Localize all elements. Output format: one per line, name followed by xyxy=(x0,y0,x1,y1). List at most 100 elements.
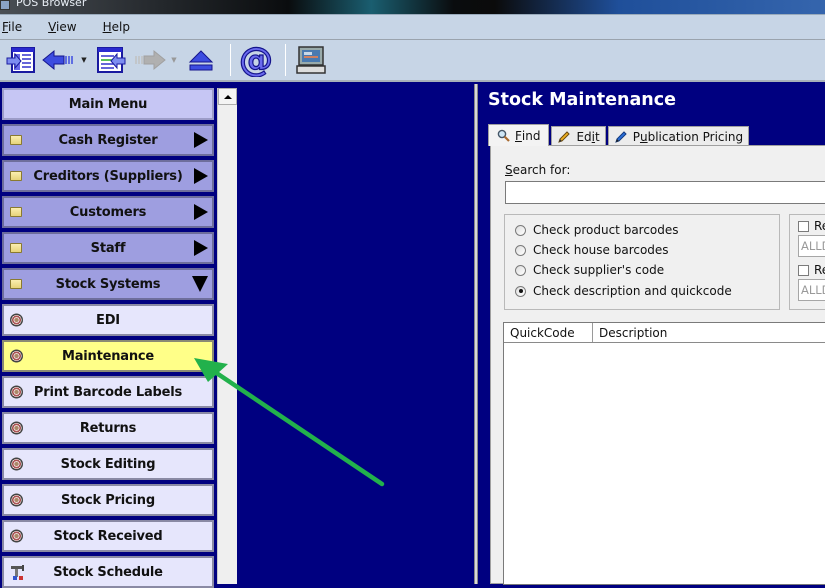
menu-item-edi[interactable]: EDI xyxy=(2,304,214,336)
window-titlebar: POS Browser xyxy=(0,0,825,14)
restrict-checkbox-row-1[interactable]: Re xyxy=(798,219,825,233)
menu-item-stock-schedule[interactable]: Stock Schedule xyxy=(2,556,214,588)
tools-icon xyxy=(11,565,24,580)
eject-button[interactable] xyxy=(184,43,218,77)
tab-edit-label: t xyxy=(595,129,600,144)
radio-button[interactable] xyxy=(515,224,526,236)
menu-view[interactable]: View xyxy=(46,20,86,34)
menu-file[interactable]: File xyxy=(0,20,32,34)
forward-arrow-icon xyxy=(135,49,166,71)
target-icon xyxy=(10,385,23,399)
expand-arrow-icon xyxy=(194,168,208,184)
menu-item-label: Staff xyxy=(90,240,126,256)
target-icon xyxy=(10,349,23,363)
menu-view-mnemonic: V xyxy=(48,20,57,34)
menu-item-stock-pricing[interactable]: Stock Pricing xyxy=(2,484,214,516)
main-menu-header[interactable]: Main Menu xyxy=(2,88,214,120)
restrict-checkbox-row-2[interactable]: Re xyxy=(798,263,825,277)
menu-item-returns[interactable]: Returns xyxy=(2,412,214,444)
menu-bar: File View Help xyxy=(0,14,825,40)
radio-description-quickcode[interactable]: Check description and quickcode xyxy=(515,284,732,298)
menu-view-label: iew xyxy=(56,20,77,34)
open-panel-button[interactable] xyxy=(4,43,38,77)
toolbar-separator xyxy=(285,44,286,76)
folder-icon xyxy=(10,207,22,217)
email-button[interactable]: @ xyxy=(239,43,273,77)
menu-item-maintenance[interactable]: Maintenance xyxy=(2,340,214,372)
page-title: Stock Maintenance xyxy=(488,90,676,110)
menu-item-label: Returns xyxy=(79,420,137,436)
back-dropdown-button[interactable]: ▼ xyxy=(80,43,88,77)
menu-item-print-barcode-labels[interactable]: Print Barcode Labels xyxy=(2,376,214,408)
menu-help[interactable]: Help xyxy=(101,20,140,34)
folder-icon xyxy=(10,135,22,145)
radio-button-selected[interactable] xyxy=(515,285,526,297)
window-title: POS Browser xyxy=(16,0,87,9)
search-input[interactable] xyxy=(505,181,825,204)
restrict-options-group: Re ALLD Re ALLD xyxy=(789,214,825,310)
menu-item-label: Stock Schedule xyxy=(53,564,163,580)
search-label-mnemonic: S xyxy=(505,163,513,177)
expand-arrow-icon xyxy=(194,240,208,256)
radio-product-barcodes[interactable]: Check product barcodes xyxy=(515,223,679,237)
folder-icon xyxy=(10,243,22,253)
restrict-checkbox-2[interactable] xyxy=(798,264,809,276)
computer-button[interactable] xyxy=(294,43,328,77)
grid-header: QuickCode Description xyxy=(504,323,825,343)
forward-button[interactable] xyxy=(132,43,166,77)
menu-item-staff[interactable]: Staff xyxy=(2,232,214,264)
radio-house-barcodes[interactable]: Check house barcodes xyxy=(515,243,669,257)
workspace-area xyxy=(238,84,474,584)
menu-item-cash-register[interactable]: Cash Register xyxy=(2,124,214,156)
email-at-icon: @ xyxy=(239,43,273,77)
menu-item-label: Stock Pricing xyxy=(61,492,155,508)
forward-dropdown-button[interactable]: ▼ xyxy=(170,43,178,77)
menu-item-label: Cash Register xyxy=(58,132,158,148)
eject-icon xyxy=(188,50,214,71)
scroll-up-button[interactable] xyxy=(218,88,237,105)
tab-edit-label-pre: Ed xyxy=(576,129,592,144)
menu-item-stock-editing[interactable]: Stock Editing xyxy=(2,448,214,480)
import-list-button[interactable] xyxy=(94,43,128,77)
tab-find-mnemonic: F xyxy=(515,128,522,143)
menu-item-label: Customers xyxy=(69,204,147,220)
column-header-quickcode[interactable]: QuickCode xyxy=(504,323,593,342)
tab-pricing-label: blication Pricing xyxy=(647,129,744,144)
menu-file-label: ile xyxy=(8,20,23,34)
radio-button[interactable] xyxy=(515,244,526,256)
folder-icon xyxy=(10,279,22,289)
menu-help-label: elp xyxy=(111,20,130,34)
menu-item-label: Stock Editing xyxy=(60,456,156,472)
target-icon xyxy=(10,529,23,543)
menu-item-creditors[interactable]: Creditors (Suppliers) xyxy=(2,160,214,192)
menu-item-stock-received[interactable]: Stock Received xyxy=(2,520,214,552)
restrict-checkbox-1[interactable] xyxy=(798,220,809,232)
tab-publication-pricing[interactable]: Pu blication Pricing xyxy=(607,126,750,146)
radio-button[interactable] xyxy=(515,264,526,276)
radio-label: Check supplier's code xyxy=(533,263,665,277)
scroll-up-arrow-icon xyxy=(223,94,232,99)
menu-scrollbar[interactable] xyxy=(217,88,237,584)
restrict-label-2: Re xyxy=(814,263,825,277)
import-list-icon xyxy=(97,47,126,73)
back-arrow-icon xyxy=(42,49,73,71)
app-icon xyxy=(0,0,10,10)
toolbar: ▼ ▼ @ xyxy=(0,40,825,82)
stock-maintenance-panel: Stock Maintenance Find Ed i t Pu blication … xyxy=(478,84,825,585)
menu-item-customers[interactable]: Customers xyxy=(2,196,214,228)
restrict-field-1[interactable]: ALLD xyxy=(798,235,825,257)
menu-item-label: Print Barcode Labels xyxy=(33,384,183,400)
restrict-field-2[interactable]: ALLD xyxy=(798,279,825,301)
pen-icon xyxy=(614,130,628,144)
column-header-description[interactable]: Description xyxy=(593,323,825,342)
tab-edit[interactable]: Ed i t xyxy=(551,126,606,146)
results-grid[interactable]: QuickCode Description xyxy=(503,322,825,585)
folder-icon xyxy=(10,171,22,181)
radio-supplier-code[interactable]: Check supplier's code xyxy=(515,263,664,277)
open-panel-icon xyxy=(6,47,35,73)
radio-label: Check description and quickcode xyxy=(533,284,732,298)
toolbar-separator xyxy=(230,44,231,76)
menu-item-stock-systems[interactable]: Stock Systems xyxy=(2,268,214,300)
tab-find[interactable]: Find xyxy=(488,124,550,146)
back-button[interactable] xyxy=(42,43,76,77)
